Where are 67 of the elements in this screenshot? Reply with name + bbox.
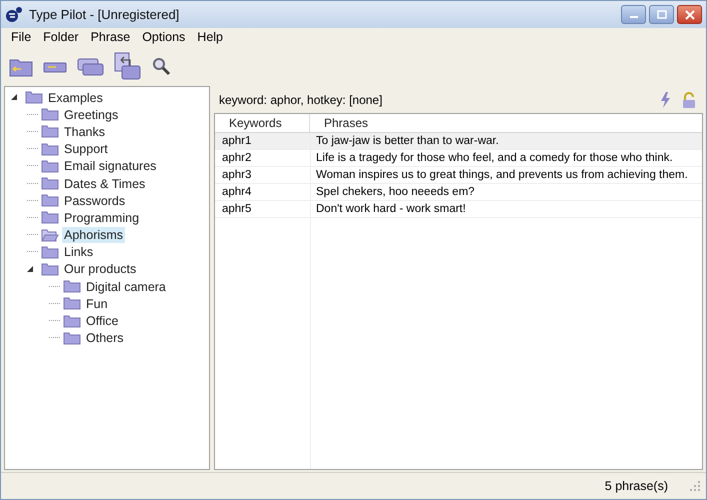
folder-icon (41, 194, 59, 208)
table-cell-text: Woman inspires us to great things, and prevents us from achieving them. (315, 169, 688, 181)
close-button[interactable] (677, 5, 702, 24)
column-header[interactable]: Keywords (215, 114, 310, 132)
folder-icon (41, 125, 59, 138)
tree-item[interactable]: Greetings (62, 106, 120, 123)
folder-icon (63, 332, 81, 345)
folder-icon (41, 177, 59, 190)
tree-item[interactable]: Dates & Times (62, 176, 148, 192)
folder-icon (41, 262, 59, 276)
tree-item[interactable]: Examples (46, 90, 105, 106)
status-text: 5 phrase(s) (604, 479, 668, 493)
menu-item[interactable]: Help (191, 30, 230, 44)
folder-icon (63, 314, 81, 328)
tree-item[interactable]: Digital camera (84, 278, 168, 295)
table-cell-text: To jaw-jaw is better than to war-war. (315, 135, 499, 147)
menu-item[interactable]: Phrase (84, 30, 136, 44)
folder-icon (41, 108, 59, 122)
table-cell-text: aphr2 (221, 152, 252, 164)
table-row[interactable]: aphr4 Spel chekers, hoo neeeds em? (215, 184, 702, 201)
tree-item[interactable]: Our products (62, 261, 138, 278)
folder-icon (63, 280, 81, 294)
folder-icon (41, 211, 59, 224)
column-header[interactable]: Phrases (310, 114, 368, 132)
tree-item[interactable]: Others (84, 330, 126, 346)
tree-item[interactable]: Fun (84, 296, 110, 312)
table-row[interactable]: aphr2 Life is a tragedy for those who feel, and a comedy for those who think. (215, 150, 702, 167)
table-cell-text: Spel chekers, hoo neeeds em? (315, 186, 475, 198)
tree-item[interactable]: Support (62, 141, 110, 158)
keyword-info: keyword: aphor, hotkey: [none] (219, 92, 384, 106)
folder-icon (25, 91, 43, 104)
tree-item[interactable]: Office (84, 313, 120, 330)
table-cell-text: aphr5 (221, 203, 252, 215)
folder-icon (41, 160, 59, 173)
tree-item[interactable]: Thanks (62, 124, 107, 140)
close-icon (684, 10, 694, 20)
folder-icon (63, 297, 81, 310)
folder-icon (41, 228, 59, 242)
lightning-icon[interactable] (659, 92, 671, 108)
tree-item[interactable]: Passwords (62, 192, 128, 209)
app-icon (5, 6, 23, 24)
table-row[interactable]: aphr1 To jaw-jaw is better than to war-war. (215, 133, 702, 150)
window-title: Type Pilot - [Unregistered] (29, 7, 180, 22)
table-cell-text: aphr4 (221, 186, 252, 198)
search-icon[interactable] (151, 56, 171, 76)
folder-icon (41, 142, 59, 156)
resize-grip-icon[interactable] (690, 481, 700, 491)
menu-item[interactable]: Folder (37, 30, 85, 44)
table-cell-text: Don't work hard - work smart! (315, 203, 466, 215)
table-row[interactable]: aphr5 Don't work hard - work smart! (215, 201, 702, 218)
table-cell-text: aphr3 (221, 169, 252, 181)
tree-item[interactable]: Programming (62, 210, 142, 226)
copy-icon[interactable] (114, 52, 141, 80)
tree-item[interactable]: Email signatures (62, 158, 158, 174)
maximize-button[interactable] (649, 5, 674, 24)
tree-item[interactable]: Aphorisms (62, 227, 126, 244)
table-row[interactable]: aphr3 Woman inspires us to great things, and prevents us from achieving them. (215, 167, 702, 184)
folder-icon (41, 246, 59, 259)
table-cell-text: aphr1 (221, 135, 252, 147)
collapse-icon[interactable] (11, 94, 18, 102)
minimize-button[interactable] (621, 5, 646, 24)
table-cell-text: Life is a tragedy for those who feel, and a comedy for those who think. (315, 152, 673, 164)
maximize-icon (656, 10, 666, 19)
menu-item[interactable]: File (5, 30, 38, 44)
menu-item[interactable]: Options (136, 30, 192, 44)
collapse-icon[interactable] (27, 266, 34, 273)
tree-item[interactable]: Links (62, 244, 96, 260)
